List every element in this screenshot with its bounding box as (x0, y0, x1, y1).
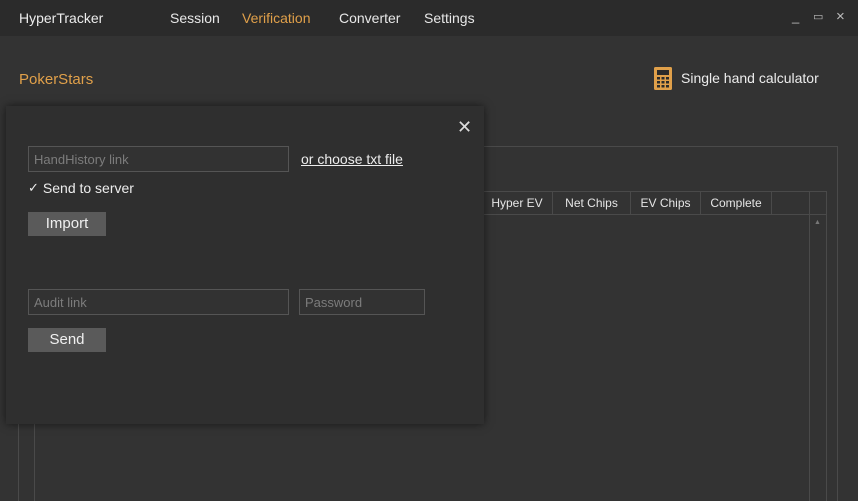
vertical-scrollbar[interactable]: ▲ (809, 191, 827, 501)
menu-settings[interactable]: Settings (424, 10, 475, 26)
column-header-net-chips[interactable]: Net Chips (553, 192, 631, 214)
menu-session[interactable]: Session (170, 10, 220, 26)
send-button[interactable]: Send (28, 328, 106, 352)
column-header-hyper-ev[interactable]: Hyper EV (482, 192, 553, 214)
minimize-icon[interactable]: _ (792, 9, 799, 25)
choose-txt-file-link[interactable]: or choose txt file (301, 151, 403, 167)
column-header-ev-chips[interactable]: EV Chips (631, 192, 701, 214)
audit-link-input[interactable] (28, 289, 289, 315)
calculator-label: Single hand calculator (681, 70, 819, 86)
menu-converter[interactable]: Converter (339, 10, 400, 26)
close-dialog-icon[interactable]: ✕ (457, 118, 472, 136)
import-dialog: ✕ or choose txt file ✓ Send to server Im… (6, 106, 484, 424)
column-header-complete[interactable]: Complete (701, 192, 772, 214)
scroll-up-icon[interactable]: ▲ (814, 219, 821, 226)
close-window-icon[interactable]: × (836, 9, 845, 25)
send-to-server-label: Send to server (42, 180, 134, 196)
checkmark-icon: ✓ (28, 180, 39, 195)
app-title: HyperTracker (19, 10, 104, 26)
maximize-icon[interactable]: ▭ (813, 9, 823, 25)
handhistory-link-input[interactable] (28, 146, 289, 172)
import-button[interactable]: Import (28, 212, 106, 236)
send-to-server-checkbox[interactable]: ✓ Send to server (28, 180, 134, 196)
grid-header: Hyper EV Net Chips EV Chips Complete (482, 191, 827, 215)
password-input[interactable] (299, 289, 425, 315)
site-title: PokerStars (19, 71, 94, 88)
menu-verification[interactable]: Verification (242, 10, 310, 26)
calculator-icon (654, 66, 672, 90)
single-hand-calculator-button[interactable]: Single hand calculator (654, 66, 819, 90)
title-bar: HyperTracker Session Verification Conver… (0, 0, 858, 36)
